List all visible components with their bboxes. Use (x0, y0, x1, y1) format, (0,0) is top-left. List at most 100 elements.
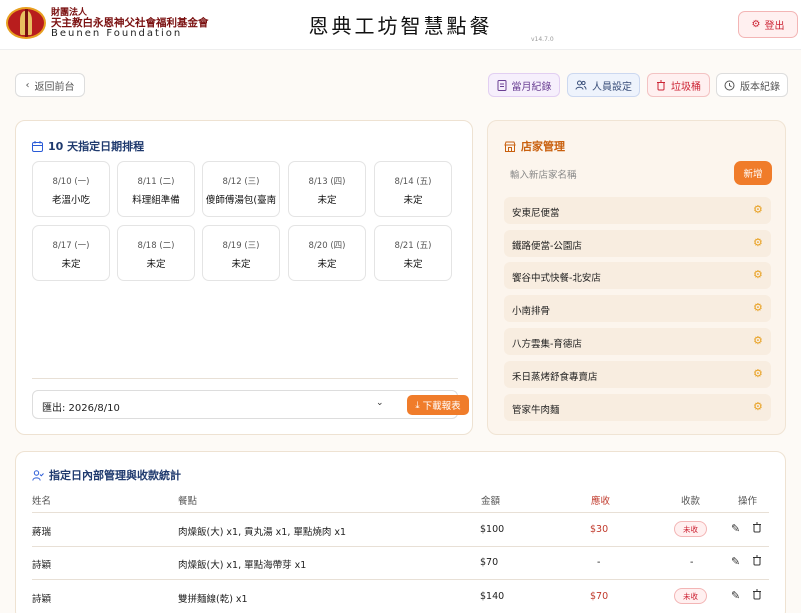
gear-icon[interactable]: ⚙ (753, 236, 763, 249)
order-due: - (597, 557, 601, 568)
order-meal: 肉燥飯(大) x1, 貢丸湯 x1, 單點燒肉 x1 (178, 527, 347, 538)
day-date: 8/20 (四) (308, 241, 346, 251)
new-store-input[interactable]: 輸入新店家名稱 (504, 161, 724, 185)
day-store: 未定 (317, 259, 337, 270)
delete-icon[interactable] (752, 522, 762, 533)
gear-icon: ⚙ (751, 19, 761, 30)
header-collected: 收款 (681, 496, 701, 507)
store-item[interactable]: 饗谷中式快餐-北安店 ⚙ (504, 262, 771, 289)
store-name: 管家牛肉麵 (512, 405, 560, 416)
export-date-select[interactable]: 匯出: 2026/8/10 ⌄ ⤓ 下載報表 (32, 390, 469, 419)
order-amount: $70 (480, 557, 499, 568)
order-name: 詩穎 (32, 594, 52, 605)
collection-status-badge[interactable]: 未收 (674, 588, 707, 604)
header-name: 姓名 (32, 496, 52, 507)
store-item[interactable]: 小南排骨 ⚙ (504, 295, 771, 322)
day-card[interactable]: 8/20 (四) 未定 (288, 225, 366, 281)
staff-settings-button[interactable]: 人員設定 (567, 73, 640, 97)
order-collected: - (690, 557, 694, 568)
delete-icon[interactable] (752, 589, 762, 600)
store-item[interactable]: 安東尼便當 ⚙ (504, 197, 771, 224)
store-item[interactable]: 禾日蒸烤舒食專賣店 ⚙ (504, 361, 771, 388)
day-card[interactable]: 8/21 (五) 未定 (374, 225, 452, 281)
gear-icon[interactable]: ⚙ (753, 400, 763, 413)
app-title: 恩典工坊智慧點餐 (308, 14, 493, 38)
schedule-divider (32, 378, 458, 379)
store-item[interactable]: 管家牛肉麵 ⚙ (504, 394, 771, 421)
schedule-title: 10 天指定日期排程 (32, 138, 144, 154)
edit-icon[interactable]: ✎ (731, 555, 740, 568)
monthly-records-button[interactable]: 當月紀錄 (488, 73, 560, 97)
clock-icon (724, 80, 735, 91)
day-store: 老溫小吃 (51, 195, 90, 206)
header-meal: 餐點 (178, 496, 198, 507)
day-card[interactable]: 8/14 (五) 未定 (374, 161, 452, 217)
gear-icon[interactable]: ⚙ (753, 301, 763, 314)
store-item[interactable]: 八方雲集-育德店 ⚙ (504, 328, 771, 355)
trash-button[interactable]: 垃圾桶 (647, 73, 710, 97)
day-store: 料理組準備 (132, 195, 180, 206)
day-card[interactable]: 8/13 (四) 未定 (288, 161, 366, 217)
day-store: 未定 (61, 259, 81, 270)
app-version: v14.7.0 (531, 36, 554, 43)
day-date: 8/11 (二) (137, 177, 175, 187)
header-due: 應收 (591, 496, 611, 507)
app-header: 財團法人 天主教白永恩神父社會福利基金會 Beunen Foundation 恩… (0, 0, 801, 50)
back-label: 返回前台 (34, 81, 75, 93)
edit-icon[interactable]: ✎ (731, 589, 740, 602)
collection-status-badge[interactable]: 未收 (674, 521, 707, 537)
day-store: 未定 (146, 259, 166, 270)
day-date: 8/17 (一) (52, 241, 90, 251)
orders-title-text: 指定日內部管理與收款統計 (49, 469, 181, 482)
order-amount: $140 (480, 591, 505, 602)
store-management-title: 店家管理 (504, 138, 565, 154)
store-name: 安東尼便當 (512, 208, 560, 219)
day-card[interactable]: 8/12 (三) 傻師傅湯包(臺南 (202, 161, 280, 217)
day-store: 未定 (317, 195, 337, 206)
trash-icon (656, 80, 666, 91)
store-icon (504, 141, 516, 152)
order-meal: 雙拼麵線(乾) x1 (178, 594, 248, 605)
add-store-button[interactable]: 新增 (734, 161, 772, 185)
version-history-button[interactable]: 版本紀錄 (716, 73, 788, 97)
day-card[interactable]: 8/19 (三) 未定 (202, 225, 280, 281)
day-date: 8/21 (五) (394, 241, 432, 251)
gear-icon[interactable]: ⚙ (753, 367, 763, 380)
edit-icon[interactable]: ✎ (731, 522, 740, 535)
gear-icon[interactable]: ⚙ (753, 268, 763, 281)
gear-icon[interactable]: ⚙ (753, 203, 763, 216)
chevron-down-icon: ⌄ (376, 398, 384, 408)
day-card[interactable]: 8/10 (一) 老溫小吃 (32, 161, 110, 217)
user-check-icon (32, 469, 44, 481)
order-name: 詩穎 (32, 560, 52, 571)
schedule-card: 10 天指定日期排程 8/10 (一) 老溫小吃 8/11 (二) 料理組準備 … (15, 120, 473, 435)
day-date: 8/19 (三) (222, 241, 260, 251)
day-card[interactable]: 8/17 (一) 未定 (32, 225, 110, 281)
back-to-front-button[interactable]: ‹ 返回前台 (15, 73, 85, 97)
day-store: 未定 (231, 259, 251, 270)
day-date: 8/13 (四) (308, 177, 346, 187)
day-card[interactable]: 8/11 (二) 料理組準備 (117, 161, 195, 217)
trash-label: 垃圾桶 (671, 81, 701, 93)
orders-card: 指定日內部管理與收款統計 姓名 餐點 金額 應收 收款 操作 蔣瑞 肉燥飯(大)… (15, 451, 786, 613)
orders-title: 指定日內部管理與收款統計 (32, 467, 181, 483)
gear-icon[interactable]: ⚙ (753, 334, 763, 347)
download-report-button[interactable]: ⤓ 下載報表 (407, 395, 469, 415)
order-due: $70 (590, 591, 609, 602)
monthly-records-label: 當月紀錄 (511, 81, 552, 93)
logout-label: 登出 (764, 21, 785, 32)
header-amount: 金額 (481, 496, 501, 507)
delete-icon[interactable] (752, 555, 762, 566)
store-name: 禾日蒸烤舒食專賣店 (512, 372, 598, 383)
staff-settings-label: 人員設定 (592, 81, 632, 93)
day-date: 8/18 (二) (137, 241, 175, 251)
logout-button[interactable]: ⚙ 登出 (738, 11, 798, 38)
order-due: $30 (590, 524, 609, 535)
day-card[interactable]: 8/18 (二) 未定 (117, 225, 195, 281)
day-store: 傻師傅湯包(臺南 (205, 195, 277, 206)
row-divider (32, 579, 769, 580)
row-divider (32, 546, 769, 547)
day-store: 未定 (403, 195, 423, 206)
store-name: 八方雲集-育德店 (512, 339, 582, 350)
store-item[interactable]: 鐵路便當-公園店 ⚙ (504, 230, 771, 257)
